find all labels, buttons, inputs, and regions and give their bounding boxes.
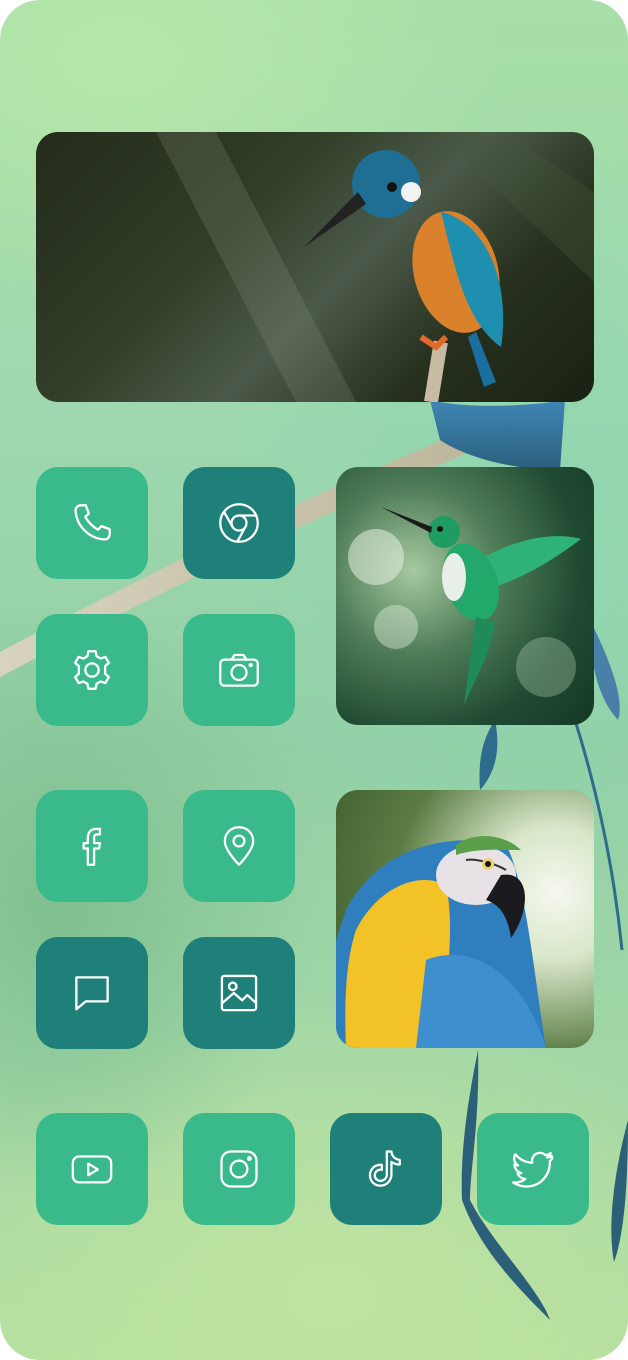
chrome-icon	[214, 498, 264, 548]
youtube-icon	[67, 1144, 117, 1194]
chat-bubble-icon	[67, 968, 117, 1018]
home-screen: Phone Chrome Settings	[0, 0, 628, 1360]
photo-widget-kingfisher[interactable]	[36, 132, 594, 402]
instagram-icon	[214, 1144, 264, 1194]
app-tiktok[interactable]: TikTok	[330, 1113, 442, 1225]
phone-icon	[67, 498, 117, 548]
app-maps[interactable]: Maps	[183, 790, 295, 902]
location-pin-icon	[214, 821, 264, 871]
facebook-icon	[67, 821, 117, 871]
twitter-icon	[508, 1144, 558, 1194]
app-gallery[interactable]: Gallery	[183, 937, 295, 1049]
kingfisher-illustration	[36, 132, 594, 402]
photo-widget-hummingbird[interactable]	[336, 467, 594, 725]
app-chrome[interactable]: Chrome	[183, 467, 295, 579]
camera-icon	[214, 645, 264, 695]
app-settings[interactable]: Settings	[36, 614, 148, 726]
app-facebook[interactable]: Facebook	[36, 790, 148, 902]
macaw-illustration	[336, 835, 546, 1048]
tiktok-icon	[361, 1144, 411, 1194]
image-icon	[214, 968, 264, 1018]
app-twitter[interactable]: Twitter	[477, 1113, 589, 1225]
app-instagram[interactable]: Instagram	[183, 1113, 295, 1225]
app-youtube[interactable]: YouTube	[36, 1113, 148, 1225]
app-messages[interactable]: Messages	[36, 937, 148, 1049]
app-phone[interactable]: Phone	[36, 467, 148, 579]
gear-icon	[67, 645, 117, 695]
app-camera[interactable]: Camera	[183, 614, 295, 726]
hummingbird-illustration	[348, 507, 581, 705]
photo-widget-macaw[interactable]	[336, 790, 594, 1048]
